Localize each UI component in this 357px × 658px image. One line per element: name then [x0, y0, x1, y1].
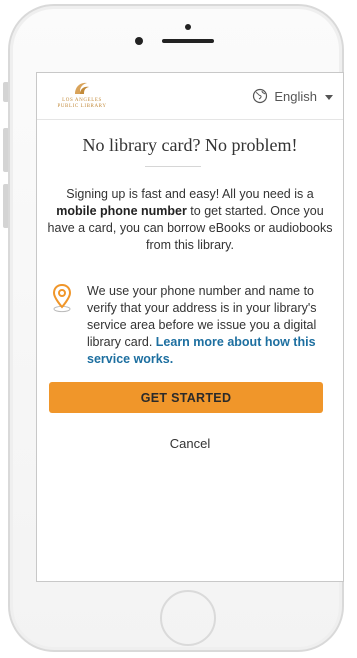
intro-text: Signing up is fast and easy! All you nee… [47, 186, 333, 254]
intro-text-part1: Signing up is fast and easy! All you nee… [66, 187, 314, 201]
library-logo[interactable]: LOS ANGELES PUBLIC LIBRARY [47, 80, 117, 112]
location-pin-icon [52, 283, 72, 313]
intro-bold-phone: mobile phone number [56, 204, 187, 218]
page-title: No library card? No problem! [82, 135, 298, 155]
language-label: English [274, 88, 317, 104]
home-button[interactable] [160, 590, 216, 646]
globe-icon [253, 88, 268, 104]
cancel-button[interactable]: Cancel [37, 436, 343, 451]
proximity-sensor [185, 24, 191, 30]
front-camera [135, 37, 143, 45]
library-logo-icon [75, 82, 89, 94]
earpiece-speaker [162, 39, 214, 43]
chevron-down-icon [325, 94, 333, 100]
get-started-button[interactable]: GET STARTED [49, 382, 323, 413]
device-stage: LOS ANGELES PUBLIC LIBRARY English No li… [0, 0, 357, 658]
app-header: LOS ANGELES PUBLIC LIBRARY English [37, 73, 343, 120]
verification-notice: We use your phone number and name to ver… [87, 283, 327, 368]
logo-line-2: PUBLIC LIBRARY [57, 104, 107, 109]
app-screen: LOS ANGELES PUBLIC LIBRARY English No li… [36, 72, 344, 582]
title-divider [145, 166, 201, 167]
language-selector[interactable]: English [252, 87, 333, 105]
